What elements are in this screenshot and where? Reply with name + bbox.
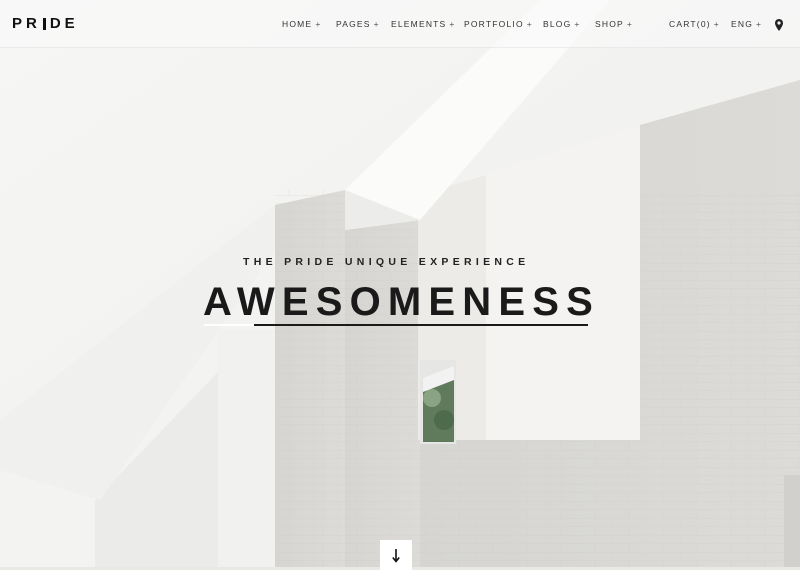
- nav-item-label: ELEMENTS: [391, 19, 447, 29]
- arrow-down-icon: [392, 549, 400, 563]
- nav-item-label: CART(0): [669, 19, 711, 29]
- nav-item-label: PORTFOLIO: [464, 19, 524, 29]
- nav-item-language[interactable]: ENG +: [731, 19, 762, 29]
- expand-plus-icon: +: [713, 19, 720, 29]
- logo-bar-mark: [42, 17, 46, 30]
- expand-plus-icon: +: [315, 19, 322, 29]
- headline-underline-accent: [204, 324, 256, 326]
- expand-plus-icon: +: [526, 19, 533, 29]
- nav-item-label: PAGES: [336, 19, 371, 29]
- expand-plus-icon: +: [626, 19, 634, 29]
- headline-underline: [254, 324, 588, 326]
- logo-text-right: DE: [49, 15, 79, 32]
- expand-plus-icon: +: [756, 19, 763, 29]
- expand-plus-icon: +: [574, 19, 581, 29]
- site-logo[interactable]: PR DE: [12, 15, 79, 32]
- nav-item-blog[interactable]: BLOG +: [543, 19, 581, 29]
- nav-item-elements[interactable]: ELEMENTS +: [391, 19, 456, 29]
- hero-headline: AWESOMENESS: [203, 280, 601, 324]
- expand-plus-icon: +: [449, 19, 456, 29]
- hero-subtitle: THE PRIDE UNIQUE EXPERIENCE: [243, 256, 530, 268]
- scroll-down-button[interactable]: [380, 540, 412, 570]
- nav-item-shop[interactable]: SHOP +: [595, 19, 633, 29]
- nav-item-cart[interactable]: CART(0) +: [669, 19, 720, 29]
- logo-text-left: PR: [12, 15, 41, 32]
- nav-item-home[interactable]: HOME +: [282, 19, 321, 29]
- site-header: PR DE HOME + PAGES + ELEMENTS + PORTFOLIO + …: [0, 0, 800, 48]
- nav-item-pages[interactable]: PAGES +: [336, 19, 380, 29]
- expand-plus-icon: +: [373, 19, 380, 29]
- nav-item-label: ENG: [731, 19, 754, 29]
- nav-item-portfolio[interactable]: PORTFOLIO +: [464, 19, 533, 29]
- nav-item-label: SHOP: [595, 19, 624, 29]
- nav-item-label: BLOG: [543, 19, 572, 29]
- nav-item-label: HOME: [282, 19, 313, 29]
- map-pin-icon[interactable]: [775, 18, 783, 31]
